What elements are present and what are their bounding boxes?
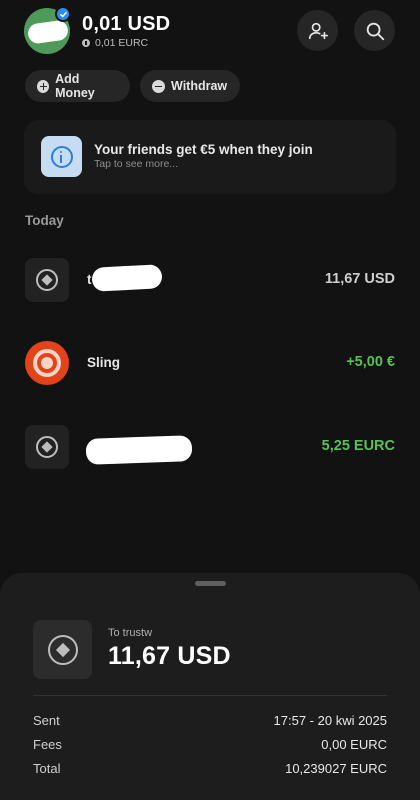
search-button[interactable] — [354, 10, 395, 51]
token-icon — [25, 258, 69, 302]
transaction-row[interactable]: t 11,67 USD — [0, 250, 420, 310]
info-icon — [82, 39, 90, 47]
detail-value: 17:57 - 20 kwi 2025 — [273, 713, 387, 728]
transaction-amount: 11,67 USD — [324, 271, 395, 287]
referral-promo-card[interactable]: Your friends get €5 when they join Tap t… — [24, 120, 396, 194]
detail-value: 0,00 EURC — [321, 737, 387, 752]
transaction-detail-sheet: To trustw 11,67 USD Sent 17:57 - 20 kwi … — [0, 573, 420, 800]
account-header: 0,01 USD 0,01 EURC — [0, 0, 420, 62]
info-icon — [41, 136, 82, 177]
withdraw-button[interactable]: Withdraw — [140, 70, 240, 102]
balance-amount: 0,01 USD — [82, 13, 171, 35]
verified-badge-icon — [55, 6, 71, 22]
plus-circle-icon — [37, 79, 50, 93]
add-money-button[interactable]: Add Money — [25, 70, 130, 102]
promo-subtitle: Tap to see more... — [94, 158, 179, 170]
transaction-amount: 5,25 EURC — [321, 438, 395, 454]
add-user-icon — [308, 22, 328, 39]
redaction-mark — [85, 435, 193, 465]
secondary-balance-text: 0,01 EURC — [95, 37, 149, 49]
sheet-drag-handle[interactable] — [195, 581, 226, 586]
transaction-amount: +5,00 € — [346, 354, 395, 370]
promo-title: Your friends get €5 when they join — [94, 142, 313, 157]
minus-circle-icon — [152, 79, 165, 93]
sling-logo-icon — [25, 341, 69, 385]
add-friend-button[interactable] — [297, 10, 338, 51]
section-label-today: Today — [25, 213, 64, 228]
token-icon — [33, 620, 92, 679]
detail-amount: 11,67 USD — [108, 642, 231, 670]
transaction-name: t — [87, 272, 92, 287]
recipient-label: To trustw — [108, 627, 153, 639]
transaction-row[interactable]: 5,25 EURC — [0, 417, 420, 477]
withdraw-label: Withdraw — [171, 79, 228, 93]
redaction-mark — [26, 19, 70, 45]
redaction-mark — [91, 264, 163, 292]
transaction-row[interactable]: Sling +5,00 € — [0, 333, 420, 393]
divider — [33, 695, 387, 696]
transaction-name: Sling — [87, 355, 120, 370]
search-icon — [366, 22, 384, 40]
detail-key: Total — [33, 761, 61, 776]
detail-key: Sent — [33, 713, 60, 728]
detail-key: Fees — [33, 737, 62, 752]
secondary-balance: 0,01 EURC — [82, 37, 148, 49]
token-icon — [25, 425, 69, 469]
detail-value: 10,239027 EURC — [285, 761, 387, 776]
add-money-label: Add Money — [55, 72, 95, 100]
